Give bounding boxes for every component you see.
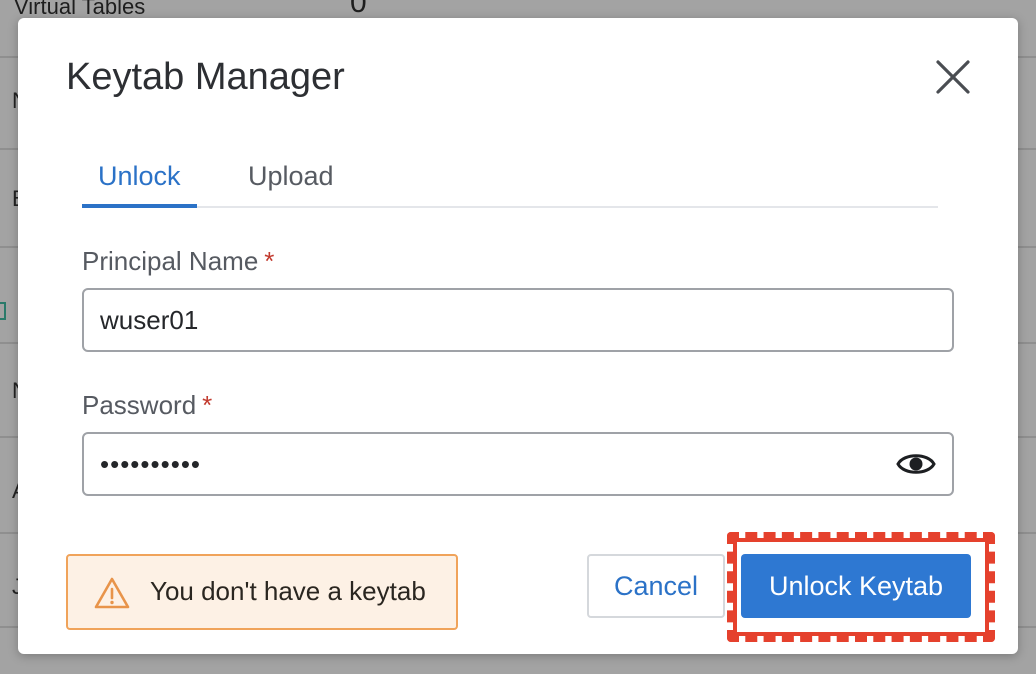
cancel-button[interactable]: Cancel bbox=[587, 554, 725, 618]
password-field bbox=[82, 432, 954, 496]
tab-unlock[interactable]: Unlock bbox=[82, 158, 197, 208]
principal-name-label: Principal Name * bbox=[82, 246, 274, 277]
eye-icon[interactable] bbox=[896, 448, 936, 480]
password-label-text: Password bbox=[82, 390, 197, 420]
tab-upload[interactable]: Upload bbox=[232, 158, 350, 208]
principal-name-label-text: Principal Name bbox=[82, 246, 259, 276]
keytab-manager-dialog: Keytab Manager Unlock Upload Principal N… bbox=[18, 18, 1018, 654]
required-asterisk: * bbox=[264, 246, 275, 276]
bg-checkbox-icon bbox=[0, 302, 6, 320]
warning-text: You don't have a keytab bbox=[150, 576, 426, 606]
principal-name-field bbox=[82, 288, 954, 352]
principal-name-input[interactable] bbox=[100, 290, 880, 350]
password-label: Password * bbox=[82, 390, 212, 421]
tab-bar: Unlock Upload bbox=[82, 158, 938, 208]
bg-virtual-tables-label: Virtual Tables bbox=[14, 0, 146, 19]
unlock-keytab-button[interactable]: Unlock Keytab bbox=[741, 554, 971, 618]
close-icon[interactable] bbox=[930, 54, 976, 100]
dialog-title: Keytab Manager bbox=[66, 56, 345, 98]
no-keytab-warning: You don't have a keytab bbox=[66, 554, 458, 630]
password-input[interactable] bbox=[100, 434, 880, 494]
required-asterisk: * bbox=[202, 390, 213, 420]
warning-triangle-icon bbox=[94, 576, 130, 610]
bg-virtual-tables-value: 0 bbox=[350, 0, 367, 19]
